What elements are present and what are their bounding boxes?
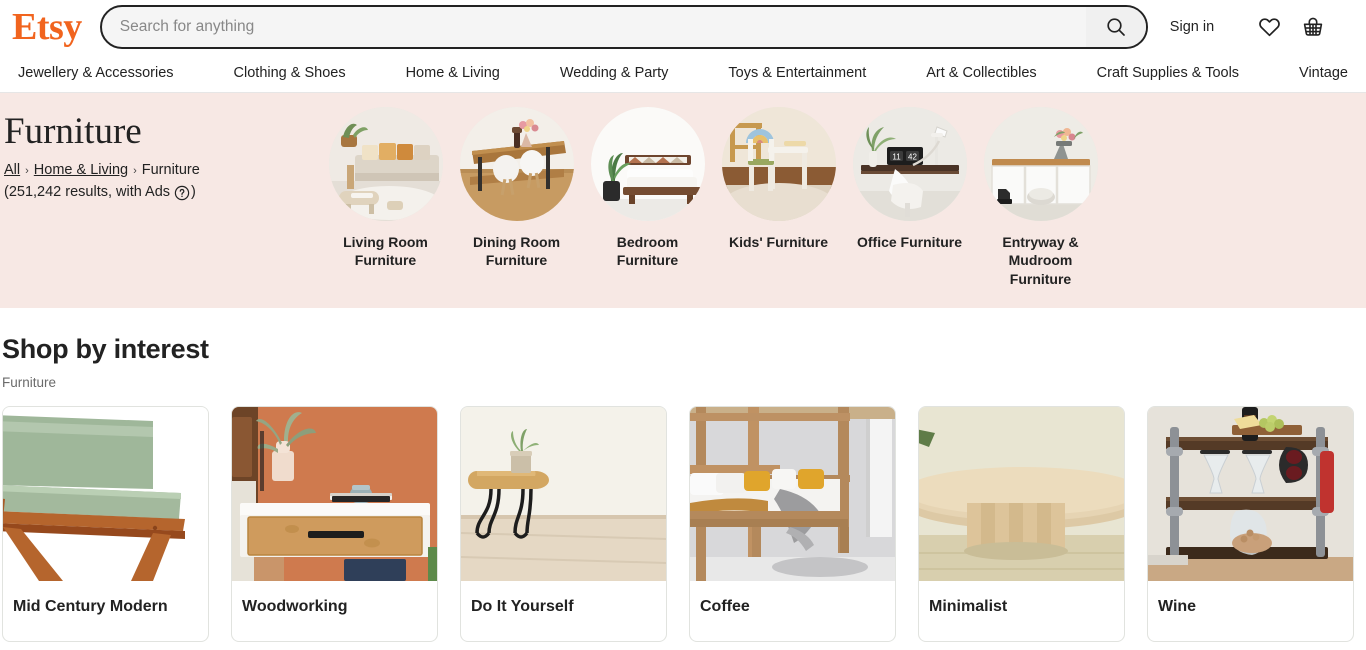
- site-header: Etsy Sign in: [0, 0, 1366, 53]
- interest-card-label: Wine: [1158, 598, 1197, 615]
- shop-by-interest-section: Shop by interest Furniture Mid Century M…: [0, 308, 1366, 642]
- search-bar[interactable]: [99, 4, 1148, 49]
- subcategory-living-room-furniture[interactable]: Living Room Furniture: [320, 107, 451, 270]
- subcategory-label: Dining Room Furniture: [472, 234, 561, 269]
- breadcrumb-separator: ›: [25, 164, 29, 177]
- interest-card-do-it-yourself[interactable]: Do It Yourself: [460, 406, 667, 642]
- nav-item-clothing-shoes[interactable]: Clothing & Shoes: [234, 65, 346, 81]
- section-title: Shop by interest: [2, 334, 209, 364]
- nav-item-toys-entertainment[interactable]: Toys & Entertainment: [728, 65, 866, 81]
- interest-card-label: Minimalist: [929, 598, 1008, 615]
- svg-text:42: 42: [908, 153, 917, 162]
- page-title: Furniture: [4, 111, 142, 152]
- svg-text:11: 11: [892, 153, 901, 162]
- breadcrumb-home-living[interactable]: Home & Living: [34, 162, 128, 178]
- wine-cart-photo: [1148, 407, 1353, 581]
- favorites-button[interactable]: [1254, 15, 1284, 39]
- breadcrumb: All › Home & Living › Furniture: [4, 160, 320, 182]
- category-nav: Jewellery & Accessories Clothing & Shoes…: [0, 53, 1366, 93]
- subcategory-list: Living Room Furniture Dining Room Furnit…: [320, 103, 1106, 288]
- results-count-suffix: ): [191, 184, 196, 201]
- subcategory-entryway-mudroom-furniture[interactable]: Entryway & Mudroom Furniture: [975, 107, 1106, 288]
- interest-card-label: Woodworking: [242, 598, 348, 615]
- interest-card-woodworking[interactable]: Woodworking: [231, 406, 438, 642]
- nav-item-craft-supplies-tools[interactable]: Craft Supplies & Tools: [1097, 65, 1239, 81]
- subcategory-kids-furniture[interactable]: Kids' Furniture: [713, 107, 844, 251]
- breadcrumb-all[interactable]: All: [4, 162, 20, 178]
- kids-photo: [721, 107, 836, 221]
- search-input[interactable]: [101, 6, 1086, 47]
- interest-card-wine[interactable]: Wine: [1147, 406, 1354, 642]
- canopy-bed-photo: [690, 407, 895, 581]
- heart-icon: [1257, 15, 1282, 39]
- search-icon: [1104, 15, 1128, 39]
- banner-heading-block: Furniture All › Home & Living › Furniture (2…: [0, 103, 320, 204]
- mid-century-chair-photo: [3, 407, 208, 581]
- interest-card-label: Do It Yourself: [471, 598, 574, 615]
- round-table-photo: [919, 407, 1124, 581]
- nav-item-wedding-party[interactable]: Wedding & Party: [560, 65, 669, 81]
- subcategory-label: Living Room Furniture: [343, 234, 428, 269]
- nav-item-vintage[interactable]: Vintage: [1299, 65, 1348, 81]
- bedroom-photo: [590, 107, 705, 221]
- interest-card-label: Mid Century Modern: [13, 598, 168, 615]
- office-photo: 11 42: [852, 107, 967, 221]
- nav-item-home-living[interactable]: Home & Living: [406, 65, 500, 81]
- breadcrumb-separator: ›: [133, 164, 137, 177]
- results-count: (251,242 results, with Ads ): [4, 181, 320, 204]
- dining-room-photo: [459, 107, 574, 221]
- interest-card-minimalist[interactable]: Minimalist: [918, 406, 1125, 642]
- search-submit-button[interactable]: [1085, 6, 1146, 47]
- category-banner: Furniture All › Home & Living › Furniture (2…: [0, 93, 1366, 308]
- subcategory-dining-room-furniture[interactable]: Dining Room Furniture: [451, 107, 582, 270]
- nightstand-photo: [232, 407, 437, 581]
- nav-item-jewellery-accessories[interactable]: Jewellery & Accessories: [18, 65, 174, 81]
- subcategory-label: Bedroom Furniture: [616, 234, 679, 269]
- section-subtitle: Furniture: [2, 375, 57, 390]
- hairpin-table-photo: [461, 407, 666, 581]
- subcategory-office-furniture[interactable]: 11 42 Office Furniture: [844, 107, 975, 251]
- interest-card-list: Mid Century Modern Woodworking Do It You…: [0, 406, 1366, 642]
- basket-icon: [1300, 15, 1326, 39]
- question-circle-icon[interactable]: [174, 185, 190, 201]
- interest-card-coffee[interactable]: Coffee: [689, 406, 896, 642]
- etsy-logo[interactable]: Etsy: [12, 8, 82, 46]
- subcategory-bedroom-furniture[interactable]: Bedroom Furniture: [582, 107, 713, 270]
- nav-item-art-collectibles[interactable]: Art & Collectibles: [926, 65, 1036, 81]
- subcategory-label: Entryway & Mudroom Furniture: [1002, 234, 1079, 287]
- living-room-photo: [328, 107, 443, 221]
- entryway-photo: [983, 107, 1098, 221]
- interest-card-mid-century-modern[interactable]: Mid Century Modern: [2, 406, 209, 642]
- subcategory-label: Office Furniture: [856, 234, 962, 250]
- subcategory-label: Kids' Furniture: [729, 234, 828, 250]
- results-count-text: (251,242 results, with Ads: [4, 184, 171, 201]
- sign-in-button[interactable]: Sign in: [1170, 19, 1214, 35]
- interest-card-label: Coffee: [700, 598, 750, 615]
- cart-button[interactable]: [1298, 15, 1328, 39]
- breadcrumb-current: Furniture: [141, 161, 200, 178]
